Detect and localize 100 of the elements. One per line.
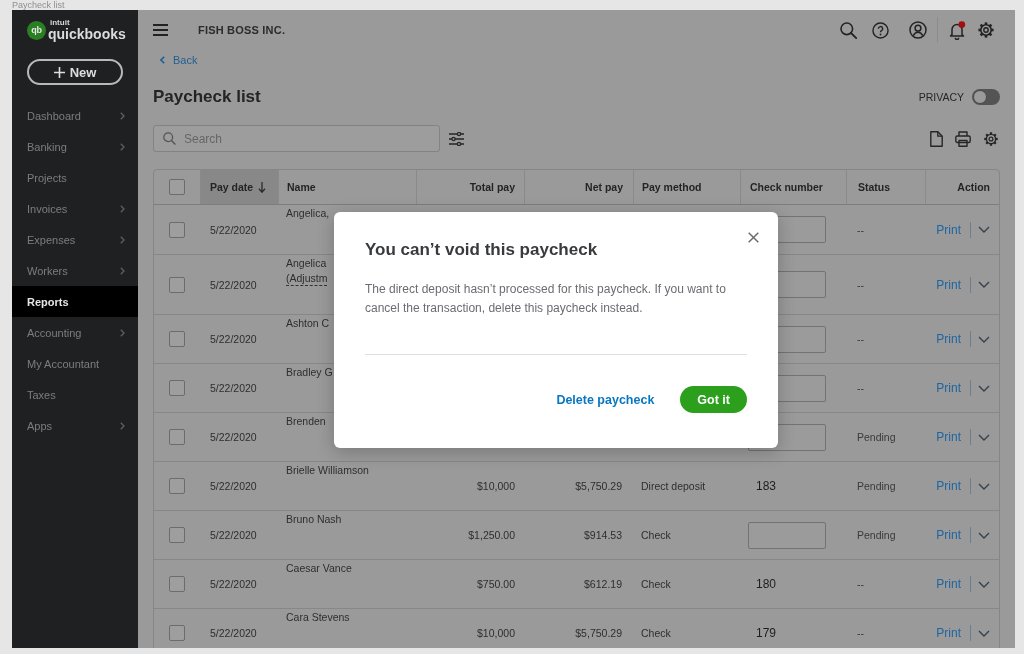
checkbox[interactable] [169, 576, 185, 592]
chevron-down-icon[interactable] [978, 580, 990, 588]
amount: $5,750.29 [575, 480, 622, 492]
company-name: FISH BOSS INC. [198, 24, 286, 36]
document-icon[interactable] [930, 130, 943, 147]
close-icon[interactable] [748, 232, 759, 243]
checkbox[interactable] [169, 527, 185, 543]
pay-date: 5/22/2020 [210, 278, 257, 291]
search-icon[interactable] [840, 21, 857, 39]
nav-item[interactable]: Accounting [12, 317, 138, 348]
print-link[interactable]: Print [936, 222, 961, 237]
nav-item[interactable]: Reports [12, 286, 138, 317]
print-link[interactable]: Print [936, 381, 961, 395]
column-header[interactable]: Pay date [200, 170, 278, 204]
nav-item[interactable]: Banking [12, 131, 138, 162]
logo-mark: qb [27, 20, 46, 40]
printer-icon[interactable] [955, 130, 971, 147]
nav-item[interactable]: Apps [12, 410, 138, 441]
pay-method: Check [641, 529, 671, 541]
status-text: -- [857, 578, 864, 590]
settings-icon[interactable] [977, 21, 995, 39]
column-header[interactable]: Net pay [524, 170, 633, 204]
confirm-button[interactable]: Got it [680, 386, 747, 413]
checkbox[interactable] [169, 380, 185, 396]
name-text: Caesar Vance [286, 561, 352, 576]
pay-date: 5/22/2020 [210, 627, 257, 639]
search-icon [163, 132, 176, 145]
amount: $914.53 [584, 529, 622, 541]
checkbox[interactable] [169, 179, 185, 195]
chevron-down-icon[interactable] [978, 433, 990, 441]
status-text: Pending [857, 480, 896, 492]
chevron-down-icon[interactable] [978, 531, 990, 539]
dialog-title: You can’t void this paycheck [365, 239, 599, 261]
name-note: (Adjustm [286, 271, 328, 286]
sliders-icon[interactable] [449, 131, 464, 146]
check-number: 183 [756, 479, 777, 493]
nav-item[interactable]: Projects [12, 162, 138, 193]
chevron-down-icon[interactable] [978, 384, 990, 392]
status-text: -- [857, 278, 864, 291]
nav-item[interactable]: Dashboard [12, 100, 138, 131]
back-link[interactable]: Back [160, 52, 198, 68]
pay-date: 5/22/2020 [210, 480, 257, 492]
chevron-down-icon[interactable] [978, 226, 990, 233]
column-header[interactable]: Status [846, 170, 925, 204]
nav-item[interactable]: Taxes [12, 379, 138, 410]
name-text: Angelica [286, 256, 327, 271]
sort-arrow-icon [258, 181, 267, 193]
name-text: Brenden [286, 414, 326, 429]
chevron-down-icon[interactable] [978, 281, 990, 288]
nav-item[interactable]: Workers [12, 255, 138, 286]
chevron-down-icon[interactable] [978, 482, 990, 490]
print-link[interactable]: Print [936, 430, 961, 444]
check-number: 179 [756, 626, 777, 640]
new-button[interactable]: New [27, 59, 123, 85]
print-link[interactable]: Print [936, 528, 961, 542]
nav-item[interactable]: Invoices [12, 193, 138, 224]
privacy-label: PRIVACY [918, 91, 964, 103]
column-header[interactable]: Pay method [633, 170, 740, 204]
print-link[interactable]: Print [936, 332, 961, 346]
chevron-down-icon[interactable] [978, 629, 990, 637]
print-link[interactable]: Print [936, 479, 961, 493]
menu-icon[interactable] [153, 24, 168, 36]
pay-date: 5/22/2020 [210, 223, 257, 236]
checkbox[interactable] [169, 625, 185, 641]
status-text: -- [857, 382, 864, 394]
account-icon[interactable] [909, 21, 927, 39]
help-icon[interactable] [872, 21, 889, 39]
logo-maker-text: intuit [50, 18, 70, 27]
name-text: Bruno Nash [286, 512, 342, 527]
print-link[interactable]: Print [936, 277, 961, 292]
name-text: Brielle Williamson [286, 463, 369, 478]
column-header[interactable]: Action [925, 170, 999, 204]
bell-icon[interactable] [948, 20, 966, 40]
status-text: -- [857, 223, 864, 236]
check-number-field[interactable] [748, 521, 826, 549]
print-link[interactable]: Print [936, 626, 961, 640]
checkbox[interactable] [169, 276, 185, 293]
checkbox[interactable] [169, 478, 185, 494]
name-text: Cara Stevens [286, 610, 350, 625]
window-title: Paycheck list [12, 0, 65, 10]
nav-item[interactable]: My Accountant [12, 348, 138, 379]
chevron-down-icon[interactable] [978, 335, 990, 343]
name-text: Ashton C [286, 316, 330, 331]
checkbox[interactable] [169, 221, 185, 238]
status-text: -- [857, 627, 864, 639]
amount: $5,750.29 [575, 627, 622, 639]
checkbox[interactable] [169, 331, 185, 347]
privacy-toggle[interactable] [972, 89, 1000, 105]
status-text: -- [857, 333, 864, 345]
amount: $612.19 [584, 578, 622, 590]
column-header[interactable]: Check number [740, 170, 846, 204]
checkbox[interactable] [169, 429, 185, 445]
dialog-link[interactable]: Delete paycheck [556, 392, 655, 407]
print-link[interactable]: Print [936, 577, 961, 591]
table-settings-icon[interactable] [983, 130, 999, 147]
pay-method: Check [641, 578, 671, 590]
nav-item[interactable]: Expenses [12, 224, 138, 255]
column-header[interactable]: Total pay [416, 170, 524, 204]
amount: $10,000 [477, 627, 515, 639]
column-header[interactable]: Name [278, 170, 416, 204]
